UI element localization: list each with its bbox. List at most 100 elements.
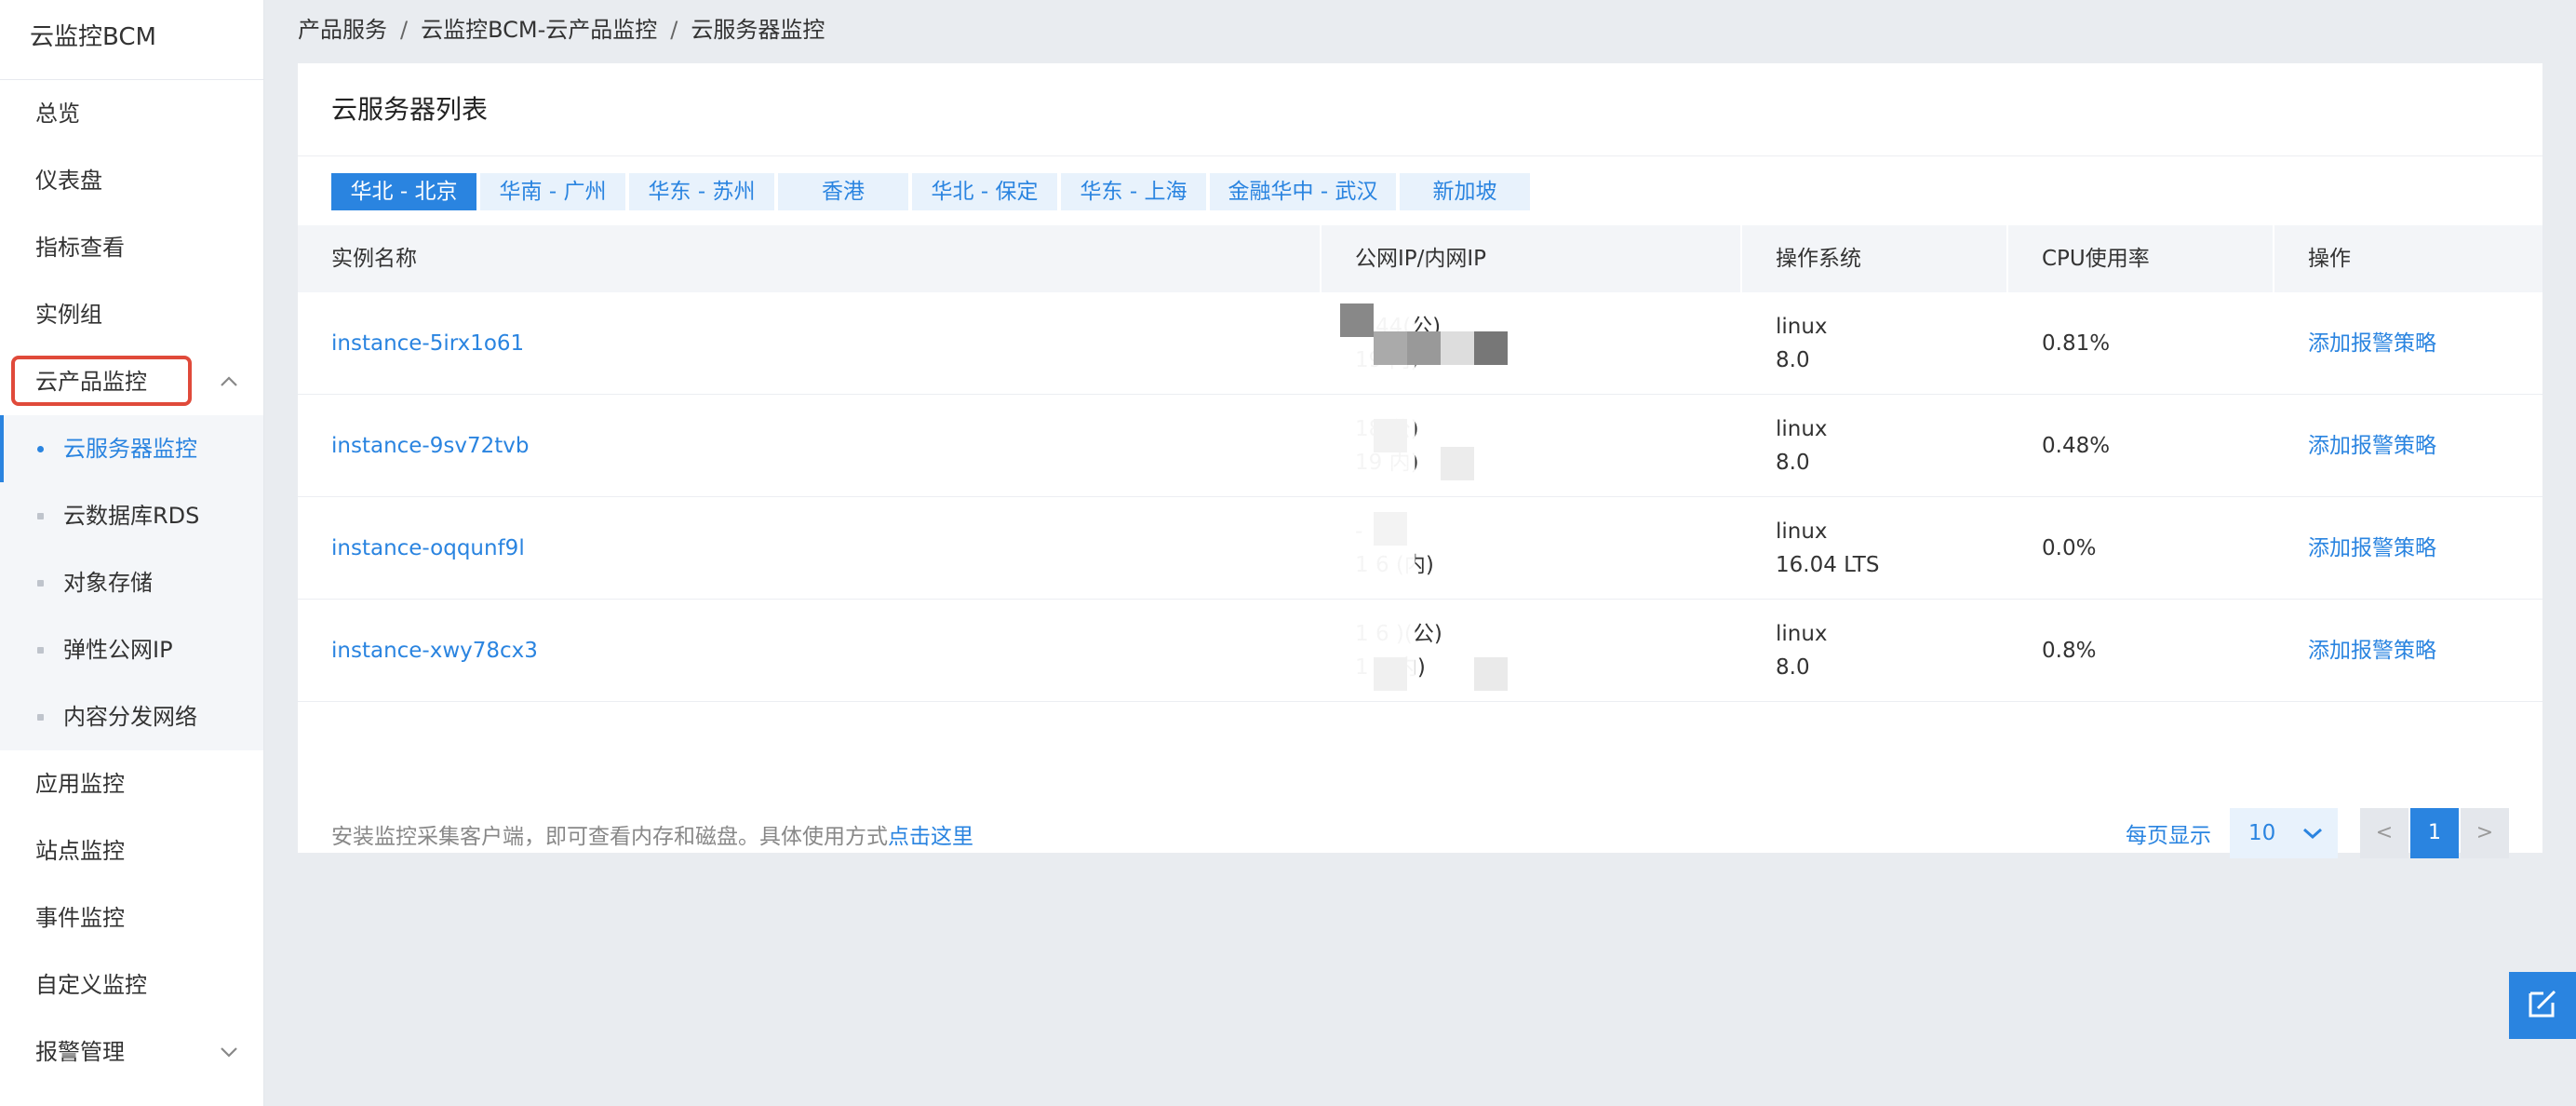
instance-name-link[interactable]: instance-xwy78cx3 [331,634,1322,668]
page-buttons: < 1 > [2360,808,2509,858]
sidebar-subitem-bcc[interactable]: 云服务器监控 [0,415,263,482]
redaction-mosaic [1340,400,1554,492]
sidebar-subitem-object-storage[interactable]: 对象存储 [0,549,263,616]
sidebar-item-label: 自定义监控 [35,972,147,998]
table-row: instance-oqqunf9l - 1 6 (内) linux 16.04 L… [298,497,2542,600]
instance-table: 实例名称 公网IP/内网IP 操作系统 CPU使用率 操作 instance-5… [298,225,2542,702]
region-tab-guangzhou[interactable]: 华南 - 广州 [480,173,625,210]
add-alarm-policy-link[interactable]: 添加报警策略 [2308,429,2542,463]
instance-name-link[interactable]: instance-9sv72tvb [331,429,1322,463]
region-tab-hongkong[interactable]: 香港 [778,173,908,210]
sidebar-item-label: 总览 [35,101,80,127]
sidebar-item-label: 云服务器监控 [63,436,197,462]
sidebar-item-custom-monitoring[interactable]: 自定义监控 [0,951,263,1018]
breadcrumb-separator: / [670,17,678,43]
app-root: 云监控BCM 总览 仪表盘 指标查看 实例组 云产品监控 云服务器监控 云数据库… [0,0,2576,1106]
table-footer: 安装监控采集客户端，即可查看内存和磁盘。具体使用方式 点击这里 每页显示 10 <… [331,808,2509,860]
os-version: 8.0 [1776,654,1810,680]
table-row: instance-9sv72tvb 18 公) 19 内) linux 8.0 0… [298,395,2542,497]
sidebar-subitem-eip[interactable]: 弹性公网IP [0,616,263,683]
bullet-icon [37,647,44,654]
sidebar-item-app-monitoring[interactable]: 应用监控 [0,750,263,817]
chevron-up-icon [215,348,243,415]
sidebar-item-event-monitoring[interactable]: 事件监控 [0,884,263,951]
per-page-select[interactable]: 10 [2230,808,2338,858]
region-tab-wuhan[interactable]: 金融华中 - 武汉 [1210,173,1396,210]
ip-cell: 1 6 )(公) 1 6 内) [1322,600,1742,701]
os-version: 16.04 LTS [1776,552,1880,577]
column-header-name: 实例名称 [298,225,1322,292]
breadcrumb-item[interactable]: 产品服务 [298,13,387,47]
chevron-down-icon [2302,821,2323,845]
feedback-button[interactable] [2509,972,2576,1039]
sidebar-item-site-monitoring[interactable]: 站点监控 [0,817,263,884]
os-name: linux [1776,621,1828,646]
os-name: linux [1776,314,1828,339]
table-header: 实例名称 公网IP/内网IP 操作系统 CPU使用率 操作 [298,225,2542,292]
os-name: linux [1776,519,1828,544]
add-alarm-policy-link[interactable]: 添加报警策略 [2308,327,2542,360]
region-tab-baoding[interactable]: 华北 - 保定 [912,173,1057,210]
sidebar-item-label: 事件监控 [35,905,125,931]
sidebar-item-label: 报警管理 [35,1039,125,1065]
redaction-mosaic [1340,503,1554,594]
region-tab-suzhou[interactable]: 华东 - 苏州 [629,173,774,210]
click-here-link[interactable]: 点击这里 [888,818,973,850]
chevron-down-icon [215,1018,243,1086]
breadcrumb: 产品服务 / 云监控BCM-云产品监控 / 云服务器监控 [298,13,825,47]
sidebar-item-metrics[interactable]: 指标查看 [0,214,263,281]
column-header-action: 操作 [2308,247,2351,271]
add-alarm-policy-link[interactable]: 添加报警策略 [2308,634,2542,668]
bullet-icon [37,714,44,721]
sidebar: 云监控BCM 总览 仪表盘 指标查看 实例组 云产品监控 云服务器监控 云数据库… [0,0,264,1106]
region-tab-shanghai[interactable]: 华东 - 上海 [1061,173,1206,210]
sidebar-item-instance-group[interactable]: 实例组 [0,281,263,348]
server-list-panel: 云服务器列表 华北 - 北京 华南 - 广州 华东 - 苏州 香港 华北 - 保… [298,63,2542,858]
page-button-current[interactable]: 1 [2410,808,2459,858]
instance-name-link[interactable]: instance-5irx1o61 [331,327,1322,360]
sidebar-item-label: 应用监控 [35,771,125,797]
column-header-os: 操作系统 [1742,225,2008,292]
edit-icon [2525,986,2560,1025]
per-page-label: 每页显示 [2126,824,2211,848]
bullet-icon [37,513,44,519]
next-page-button[interactable]: > [2461,808,2509,858]
sidebar-item-alarm-management[interactable]: 报警管理 [0,1018,263,1086]
table-row: instance-xwy78cx3 1 6 )(公) 1 6 内) linux 8… [298,600,2542,702]
sidebar-item-dashboard[interactable]: 仪表盘 [0,147,263,214]
ip-cell: 18 公) 19 内) [1322,395,1742,496]
os-version: 8.0 [1776,450,1810,475]
sidebar-item-label: 实例组 [35,302,102,328]
sidebar-subitem-rds[interactable]: 云数据库RDS [0,482,263,549]
redaction-mosaic [1340,605,1554,696]
pagination: 每页显示 10 < 1 > [2126,808,2509,858]
ip-cell: 1 44(公) 19 内) [1322,292,1742,394]
bullet-icon [37,580,44,587]
sidebar-item-label: 对象存储 [63,570,153,596]
sidebar-item-label: 云数据库RDS [63,503,200,529]
os-version: 8.0 [1776,347,1810,372]
ip-cell: - 1 6 (内) [1322,497,1742,599]
add-alarm-policy-link[interactable]: 添加报警策略 [2308,532,2542,565]
breadcrumb-item[interactable]: 云监控BCM-云产品监控 [421,13,657,47]
region-tab-singapore[interactable]: 新加坡 [1400,173,1530,210]
region-tab-beijing[interactable]: 华北 - 北京 [331,173,476,210]
sidebar-title: 云监控BCM [0,0,263,80]
instance-name-link[interactable]: instance-oqqunf9l [331,532,1322,565]
column-header-ip: 公网IP/内网IP [1322,225,1742,292]
sidebar-group-cloud-product-monitoring[interactable]: 云产品监控 [0,348,263,415]
page-title: 云服务器列表 [298,63,2542,156]
column-header-cpu: CPU使用率 [2008,225,2274,292]
table-row: instance-5irx1o61 1 44(公) 19 内) linux 8.0… [298,292,2542,395]
cpu-usage: 0.81% [2042,330,2111,356]
sidebar-item-label: 仪表盘 [35,168,102,194]
sidebar-item-overview[interactable]: 总览 [0,80,263,147]
sidebar-item-label: 站点监控 [35,838,125,864]
sidebar-subitem-cdn[interactable]: 内容分发网络 [0,683,263,750]
breadcrumb-item-current: 云服务器监控 [691,17,825,43]
highlight-box [11,356,192,406]
prev-page-button[interactable]: < [2360,808,2408,858]
cpu-usage: 0.48% [2042,433,2111,458]
redaction-mosaic [1340,298,1554,389]
sidebar-item-label: 内容分发网络 [63,704,197,730]
